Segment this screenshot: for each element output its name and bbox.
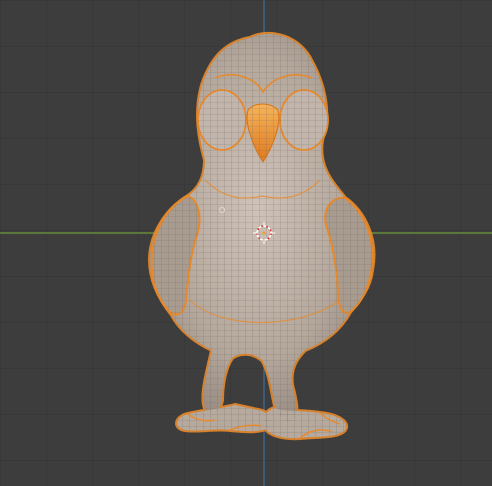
right-eye — [279, 89, 329, 151]
left-eye — [197, 89, 247, 151]
3d-viewport[interactable] — [0, 0, 492, 486]
